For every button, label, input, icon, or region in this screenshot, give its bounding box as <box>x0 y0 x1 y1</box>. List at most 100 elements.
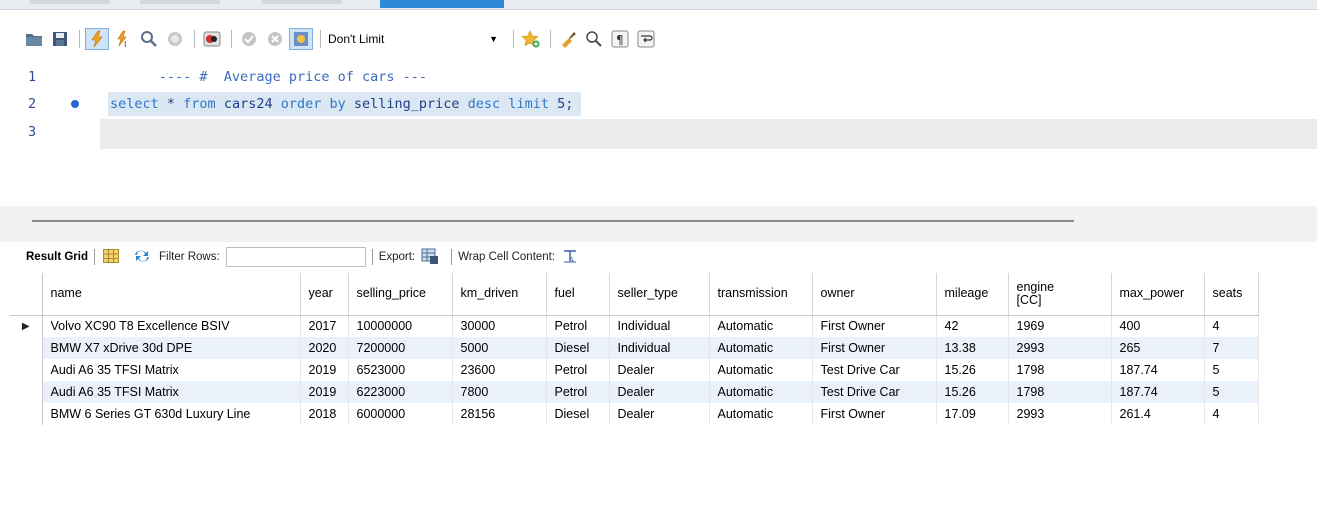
word-wrap-icon[interactable] <box>634 28 658 50</box>
cell-transmission[interactable]: Automatic <box>709 403 813 425</box>
table-row[interactable]: BMW 6 Series GT 630d Luxury Line 2018 6000… <box>10 403 1259 425</box>
row-indicator[interactable] <box>10 381 43 403</box>
query-tab[interactable] <box>262 0 342 4</box>
active-query-tab[interactable] <box>380 0 504 8</box>
cell-owner[interactable]: First Owner <box>812 337 937 359</box>
row-indicator[interactable] <box>10 337 43 359</box>
cell-fuel[interactable]: Diesel <box>546 337 610 359</box>
cell-max-power[interactable]: 400 <box>1111 315 1205 337</box>
invisible-chars-pilcrow-icon[interactable]: ¶ <box>608 28 632 50</box>
cell-km-driven[interactable]: 7800 <box>452 381 547 403</box>
execute-lightning-icon[interactable] <box>85 28 109 50</box>
cell-engine[interactable]: 1798 <box>1008 359 1112 381</box>
cell-mileage[interactable]: 15.26 <box>936 359 1009 381</box>
column-header-fuel[interactable]: fuel <box>546 273 610 316</box>
column-header-transmission[interactable]: transmission <box>709 273 813 316</box>
cell-seats[interactable]: 5 <box>1204 381 1259 403</box>
cell-transmission[interactable]: Automatic <box>709 337 813 359</box>
cell-max-power[interactable]: 187.74 <box>1111 359 1205 381</box>
cell-transmission[interactable]: Automatic <box>709 381 813 403</box>
cell-km-driven[interactable]: 5000 <box>452 337 547 359</box>
cell-mileage[interactable]: 15.26 <box>936 381 1009 403</box>
cell-seller-type[interactable]: Individual <box>609 337 710 359</box>
row-indicator[interactable] <box>10 359 43 381</box>
cell-owner[interactable]: Test Drive Car <box>812 381 937 403</box>
add-snippet-star-icon[interactable] <box>519 28 543 50</box>
cell-selling-price[interactable]: 6523000 <box>348 359 453 381</box>
explain-magnifier-icon[interactable] <box>137 28 161 50</box>
cell-name[interactable]: BMW 6 Series GT 630d Luxury Line <box>42 403 301 425</box>
table-row[interactable]: Audi A6 35 TFSI Matrix 2019 6523000 23600 Pe… <box>10 359 1259 381</box>
beautify-broom-icon[interactable] <box>556 28 580 50</box>
cell-year[interactable]: 2018 <box>300 403 349 425</box>
commit-icon[interactable] <box>237 28 261 50</box>
limit-rows-select[interactable]: Don't Limit ▼ <box>326 29 504 49</box>
column-header-mileage[interactable]: mileage <box>936 273 1009 316</box>
cell-year[interactable]: 2019 <box>300 381 349 403</box>
cell-seller-type[interactable]: Dealer <box>609 403 710 425</box>
cell-fuel[interactable]: Petrol <box>546 359 610 381</box>
editor-line[interactable]: 1 ---- # Average price of cars --- <box>0 64 1317 90</box>
cell-owner[interactable]: First Owner <box>812 403 937 425</box>
cell-seats[interactable]: 7 <box>1204 337 1259 359</box>
cell-selling-price[interactable]: 7200000 <box>348 337 453 359</box>
cell-engine[interactable]: 2993 <box>1008 337 1112 359</box>
row-indicator[interactable] <box>10 403 43 425</box>
save-icon[interactable] <box>48 28 72 50</box>
cell-selling-price[interactable]: 6223000 <box>348 381 453 403</box>
current-row-arrow-icon[interactable]: ▶ <box>10 315 43 337</box>
grid-empty-area[interactable] <box>10 443 1317 527</box>
cell-name[interactable]: Audi A6 35 TFSI Matrix <box>42 359 301 381</box>
cell-owner[interactable]: First Owner <box>812 315 937 337</box>
stop-icon[interactable] <box>163 28 187 50</box>
cell-selling-price[interactable]: 10000000 <box>348 315 453 337</box>
rollback-icon[interactable] <box>263 28 287 50</box>
cell-seats[interactable]: 4 <box>1204 315 1259 337</box>
grid-view-icon[interactable] <box>102 248 119 266</box>
cell-seller-type[interactable]: Individual <box>609 315 710 337</box>
cell-year[interactable]: 2019 <box>300 359 349 381</box>
cell-transmission[interactable]: Automatic <box>709 315 813 337</box>
cell-owner[interactable]: Test Drive Car <box>812 359 937 381</box>
cell-km-driven[interactable]: 28156 <box>452 403 547 425</box>
table-row[interactable]: ▶ Volvo XC90 T8 Excellence BSIV 2017 100000… <box>10 315 1259 337</box>
cell-name[interactable]: Audi A6 35 TFSI Matrix <box>42 381 301 403</box>
cell-km-driven[interactable]: 23600 <box>452 359 547 381</box>
toggle-continue-on-error-icon[interactable] <box>200 28 224 50</box>
editor-line[interactable]: 3 <box>0 119 1317 145</box>
cell-max-power[interactable]: 265 <box>1111 337 1205 359</box>
column-header-km-driven[interactable]: km_driven <box>452 273 547 316</box>
result-grid[interactable]: name year selling_price km_driven fuel s… <box>10 273 1317 425</box>
cell-name[interactable]: Volvo XC90 T8 Excellence BSIV <box>42 315 301 337</box>
cell-year[interactable]: 2020 <box>300 337 349 359</box>
cell-engine[interactable]: 1798 <box>1008 381 1112 403</box>
cell-mileage[interactable]: 42 <box>936 315 1009 337</box>
cell-mileage[interactable]: 13.38 <box>936 337 1009 359</box>
result-grid-tab[interactable]: Result Grid <box>10 251 88 263</box>
cell-year[interactable]: 2017 <box>300 315 349 337</box>
find-magnifier-icon[interactable] <box>582 28 606 50</box>
cell-transmission[interactable]: Automatic <box>709 359 813 381</box>
editor-line[interactable]: 2 select * from cars24 order by selling_… <box>0 91 1317 117</box>
column-header-name[interactable]: name <box>42 273 301 316</box>
refresh-arrows-icon[interactable] <box>133 249 151 266</box>
cell-engine[interactable]: 1969 <box>1008 315 1112 337</box>
query-tab[interactable] <box>30 0 110 4</box>
cell-engine[interactable]: 2993 <box>1008 403 1112 425</box>
panel-splitter[interactable] <box>0 206 1317 242</box>
column-header-seller-type[interactable]: seller_type <box>609 273 710 316</box>
column-header-seats[interactable]: seats <box>1204 273 1259 316</box>
cell-max-power[interactable]: 261.4 <box>1111 403 1205 425</box>
cell-name[interactable]: BMW X7 xDrive 30d DPE <box>42 337 301 359</box>
column-header-max-power[interactable]: max_power <box>1111 273 1205 316</box>
filter-rows-input[interactable] <box>225 247 366 267</box>
column-header-engine[interactable]: engine [CC] <box>1008 273 1112 316</box>
cell-km-driven[interactable]: 30000 <box>452 315 547 337</box>
query-tab[interactable] <box>140 0 220 4</box>
cell-mileage[interactable]: 17.09 <box>936 403 1009 425</box>
cell-seats[interactable]: 5 <box>1204 359 1259 381</box>
column-header-year[interactable]: year <box>300 273 349 316</box>
cell-selling-price[interactable]: 6000000 <box>348 403 453 425</box>
column-header-owner[interactable]: owner <box>812 273 937 316</box>
cell-fuel[interactable]: Petrol <box>546 315 610 337</box>
